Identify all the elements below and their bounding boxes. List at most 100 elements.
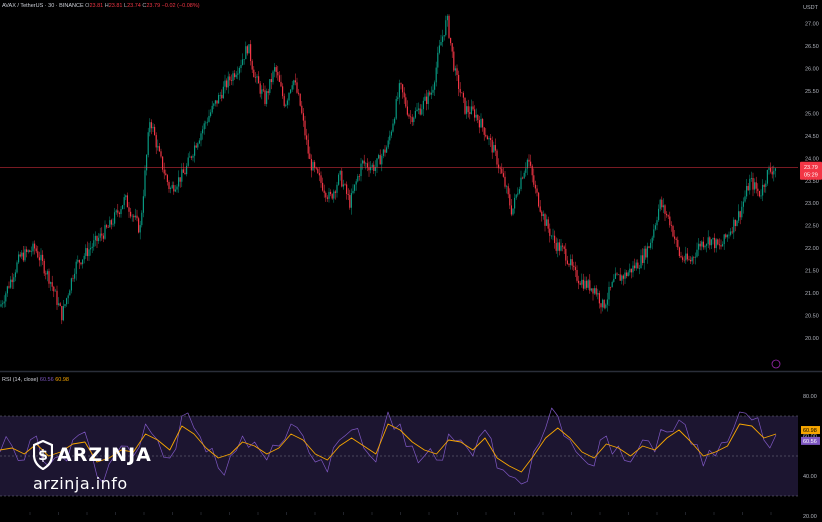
- price-pane[interactable]: [0, 14, 798, 369]
- price-tick-label: 20.00: [805, 336, 819, 342]
- candle-body: [59, 303, 61, 307]
- price-tick-label: 21.00: [805, 291, 819, 297]
- candle-body: [421, 109, 423, 115]
- candle-body: [395, 99, 397, 119]
- candle-body: [624, 272, 626, 279]
- candle-body: [133, 215, 135, 218]
- candle-body: [488, 138, 490, 140]
- candle-body: [731, 231, 733, 233]
- rsi-value2: 60.98: [55, 377, 69, 383]
- candle-body: [150, 122, 152, 129]
- candle-body: [198, 140, 200, 144]
- candle-body: [240, 64, 242, 68]
- candle-body: [560, 245, 562, 251]
- candle-body: [742, 201, 744, 207]
- candle-body: [261, 89, 263, 94]
- candle-body: [58, 303, 60, 305]
- candle-body: [200, 133, 202, 141]
- candle-body: [534, 184, 536, 189]
- candle-body: [654, 225, 656, 230]
- candle-body: [339, 170, 341, 175]
- candle-body: [438, 45, 440, 53]
- candle-body: [138, 218, 140, 233]
- candle-body: [82, 259, 84, 265]
- candle-body: [522, 177, 524, 179]
- candle-body: [251, 61, 253, 70]
- candle-body: [334, 191, 336, 193]
- candle-body: [720, 245, 722, 247]
- candle-body: [341, 170, 343, 187]
- candle-body: [64, 304, 66, 307]
- candle-body: [422, 100, 424, 110]
- candle-body: [323, 190, 325, 193]
- rsi-label[interactable]: RSI (14, close): [2, 377, 38, 383]
- candle-body: [426, 96, 428, 104]
- candle-body: [406, 106, 408, 115]
- candle-body: [264, 90, 266, 104]
- price-tick-label: 25.50: [805, 89, 819, 95]
- candle-body: [557, 242, 559, 251]
- candle-body: [582, 279, 584, 289]
- time-axis: [29, 512, 772, 515]
- watermark-site: arzinja.info: [33, 474, 128, 493]
- candle-body: [270, 79, 272, 83]
- candle-body: [552, 235, 554, 237]
- symbol-label[interactable]: AVAX / TetherUS · 30 · BINANCE: [2, 3, 84, 9]
- candle-body: [109, 220, 111, 228]
- candle-body: [566, 260, 568, 264]
- candle-body: [144, 170, 146, 197]
- candle-body: [325, 192, 327, 198]
- candle-body: [147, 132, 149, 155]
- candle-body: [72, 278, 74, 279]
- symbol-header: AVAX / TetherUS · 30 · BINANCE O23.81 H2…: [2, 3, 200, 9]
- candle-body: [224, 80, 226, 87]
- candle-body: [504, 176, 506, 187]
- candle-body: [507, 186, 509, 195]
- candle-body: [66, 298, 68, 305]
- candle-body: [27, 250, 29, 252]
- candle-body: [176, 186, 178, 190]
- candle-body: [706, 244, 708, 246]
- candle-body: [629, 268, 631, 273]
- candle-body: [707, 237, 709, 245]
- candle-body: [307, 139, 309, 154]
- candle-body: [302, 113, 304, 121]
- candle-body: [338, 174, 340, 185]
- candle-body: [734, 219, 736, 226]
- candle-body: [16, 262, 18, 273]
- candle-body: [213, 103, 215, 106]
- candle-body: [723, 234, 725, 245]
- candle-body: [358, 176, 360, 177]
- candle-body: [554, 235, 556, 244]
- high-value: 23.81: [108, 3, 123, 9]
- candle-body: [722, 244, 724, 247]
- candle-body: [550, 235, 552, 237]
- price-axis: 20.0020.5021.0021.5022.0022.5023.0023.50…: [805, 21, 819, 342]
- candle-body: [456, 68, 458, 75]
- candle-body: [379, 155, 381, 165]
- candle-body: [173, 185, 175, 192]
- candle-body: [634, 265, 636, 269]
- candle-body: [387, 140, 389, 148]
- candle-body: [286, 100, 288, 105]
- candle-body: [88, 249, 90, 257]
- candle-body: [555, 243, 557, 251]
- candle-body: [642, 255, 644, 263]
- candle-body: [254, 77, 256, 78]
- candle-body: [667, 215, 669, 217]
- candle-body: [728, 234, 730, 236]
- candle-body: [597, 293, 599, 295]
- candle-body: [314, 162, 316, 168]
- candle-body: [8, 286, 10, 288]
- candle-body: [558, 242, 560, 251]
- candle-body: [48, 271, 50, 284]
- rsi-ma-badge-value: 60.98: [803, 428, 817, 434]
- candle-body: [258, 76, 260, 84]
- candle-body: [230, 80, 232, 81]
- candle-body: [726, 234, 728, 238]
- candle-body: [584, 280, 586, 289]
- candle-body: [539, 206, 541, 212]
- currency-label[interactable]: USDT: [803, 5, 818, 11]
- candle-body: [400, 83, 402, 85]
- candle-body: [288, 92, 290, 101]
